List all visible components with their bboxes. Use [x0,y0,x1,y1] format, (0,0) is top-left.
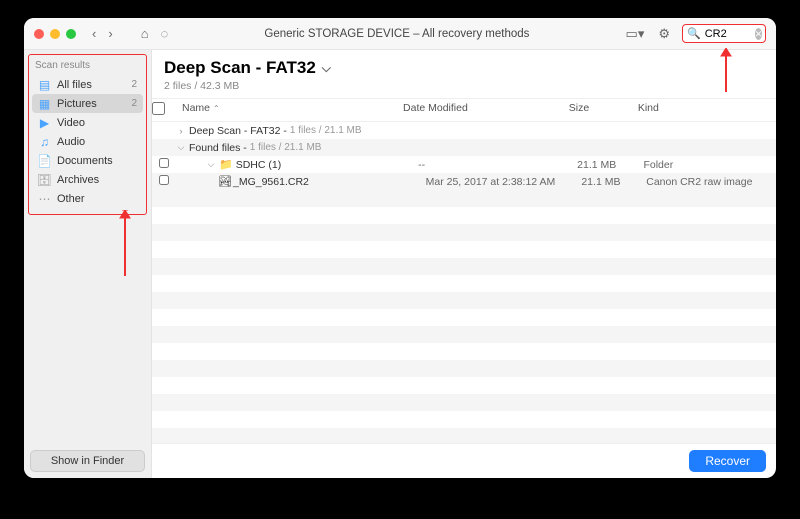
file-date: -- [418,159,577,171]
main-title-text: Deep Scan - FAT32 [164,58,316,78]
main-subtitle: 2 files / 42.3 MB [164,80,766,92]
search-field-wrap: 🔍 ✕ [682,24,766,43]
file-kind: Folder [643,159,776,171]
sidebar-item-count: 2 [131,98,137,109]
titlebar: ‹ › ⌂ ◌ Generic STORAGE DEVICE – All rec… [24,18,776,50]
category-icon: ♫ [38,135,51,149]
sidebar: Scan results ▤ All files 2▦ Pictures 2▶ … [24,50,152,478]
disclosure-icon[interactable]: ⌵ [176,142,186,153]
file-row[interactable]: 🏞 _MG_9561.CR2 Mar 25, 2017 at 2:38:12 A… [152,173,776,190]
category-icon: ▦ [38,97,51,111]
sidebar-item-label: Documents [57,155,137,167]
show-in-finder-button[interactable]: Show in Finder [30,450,145,472]
sort-indicator-icon: ⌃ [213,104,220,113]
sidebar-item-documents[interactable]: 📄 Documents [32,151,143,170]
category-icon: 📄 [38,154,51,168]
row-checkbox[interactable] [159,158,169,168]
sidebar-item-count: 2 [131,79,137,90]
row-checkbox[interactable] [159,175,169,185]
group-label: Found files - [189,142,247,154]
group-row[interactable]: ⌵ Found files - 1 files / 21.1 MB [152,139,776,156]
file-list: › Deep Scan - FAT32 - 1 files / 21.1 MB … [152,122,776,443]
zoom-window[interactable] [66,29,76,39]
category-icon: ▶ [38,116,51,130]
sidebar-item-video[interactable]: ▶ Video [32,113,143,132]
col-kind[interactable]: Kind [638,102,776,118]
home-button[interactable]: ⌂ [139,26,151,41]
search-icon: 🔍 [687,27,701,40]
category-icon: ⋯ [38,192,51,206]
view-mode-button[interactable]: ▭▾ [624,26,647,42]
col-size[interactable]: Size [569,102,638,118]
sidebar-item-archives[interactable]: 🗄 Archives [32,170,143,189]
close-window[interactable] [34,29,44,39]
minimize-window[interactable] [50,29,60,39]
recover-button[interactable]: Recover [689,450,766,472]
category-icon: 🗄 [38,173,51,187]
file-size: 21.1 MB [581,176,646,188]
sidebar-item-all-files[interactable]: ▤ All files 2 [32,75,143,94]
column-headers: Name⌃ Date Modified Size Kind [152,98,776,122]
sidebar-item-label: Pictures [57,98,125,110]
category-icon: ▤ [38,78,51,92]
folder-icon: 📁 [219,158,233,171]
sidebar-item-audio[interactable]: ♫ Audio [32,132,143,151]
main-title: Deep Scan - FAT32 ⌵ [164,58,766,78]
group-row[interactable]: › Deep Scan - FAT32 - 1 files / 21.1 MB [152,122,776,139]
disclosure-icon[interactable]: › [176,126,186,136]
sidebar-section-label: Scan results [29,58,146,75]
window-title: Generic STORAGE DEVICE – All recovery me… [178,28,615,40]
file-row[interactable]: ⌵ 📁 SDHC (1) -- 21.1 MB Folder [152,156,776,173]
sidebar-item-label: Video [57,117,137,129]
scan-progress-button[interactable]: ◌ [159,26,171,41]
forward-button[interactable]: › [106,26,114,41]
sidebar-item-label: Archives [57,174,137,186]
col-name[interactable]: Name⌃ [176,102,403,118]
sidebar-item-label: All files [57,79,125,91]
back-button[interactable]: ‹ [90,26,98,41]
select-all-checkbox[interactable] [152,102,165,115]
sidebar-item-label: Audio [57,136,137,148]
disclosure-icon[interactable]: ⌵ [206,159,216,170]
sidebar-item-other[interactable]: ⋯ Other [32,189,143,208]
traffic-lights [34,29,76,39]
filter-button[interactable]: ⚙ [656,26,672,42]
app-window: ‹ › ⌂ ◌ Generic STORAGE DEVICE – All rec… [24,18,776,478]
col-date[interactable]: Date Modified [403,102,569,118]
file-kind: Canon CR2 raw image [646,176,776,188]
group-label: Deep Scan - FAT32 - [189,125,287,137]
clear-search-button[interactable]: ✕ [755,28,763,40]
file-date: Mar 25, 2017 at 2:38:12 AM [426,176,582,188]
file-size: 21.1 MB [577,159,643,171]
search-input[interactable] [705,28,751,40]
sidebar-item-label: Other [57,193,137,205]
file-name: SDHC (1) [236,159,282,171]
scan-results-group: Scan results ▤ All files 2▦ Pictures 2▶ … [28,54,147,215]
group-meta: 1 files / 21.1 MB [290,125,362,136]
file-icon: 🏞 [218,175,230,188]
chevron-down-icon[interactable]: ⌵ [322,61,331,76]
file-name: _MG_9561.CR2 [233,176,309,188]
group-meta: 1 files / 21.1 MB [250,142,322,153]
sidebar-item-pictures[interactable]: ▦ Pictures 2 [32,94,143,113]
main-pane: Deep Scan - FAT32 ⌵ 2 files / 42.3 MB Na… [152,50,776,478]
